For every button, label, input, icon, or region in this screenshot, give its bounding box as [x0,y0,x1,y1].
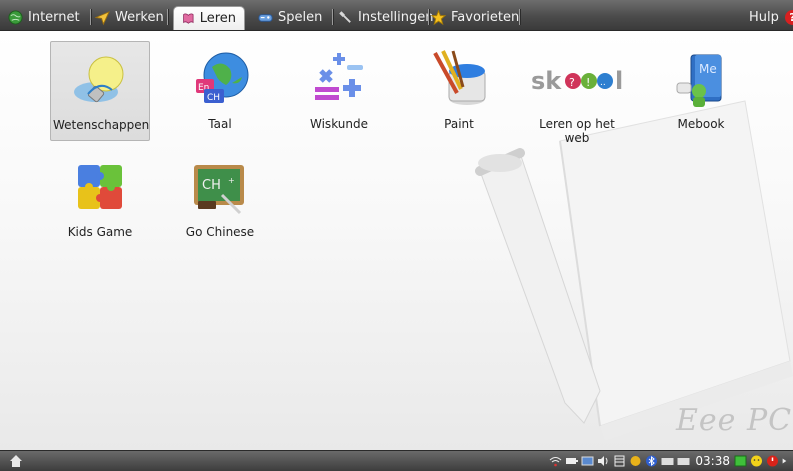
math-symbols-icon [315,53,363,100]
help-button[interactable]: Hulp ? [749,6,793,28]
power-icon[interactable] [766,455,779,467]
game-controller-icon [258,13,273,22]
top-tab-bar: Internet Werken Leren Spelen Instellinge… [0,0,793,31]
tab-separator [332,9,334,25]
app-wetenschappen[interactable]: Wetenschappen [50,41,150,141]
globe-language-icon: En CH [196,52,249,103]
paint-brushes-icon [433,50,486,105]
help-label: Hulp [749,9,779,25]
tab-label: Favorieten [451,9,520,25]
network-icon[interactable] [629,455,642,467]
clock[interactable]: 03:38 [695,454,730,468]
app-mebook[interactable]: Me Mebook [651,41,751,131]
tab-spelen[interactable]: Spelen [258,6,322,28]
tab-label: Internet [28,9,80,25]
system-tray: 03:38 [549,453,793,469]
app-label: Kids Game [67,225,133,239]
svg-text:..: .. [600,78,606,88]
eee-pc-watermark: Eee PC [676,403,793,438]
app-taal[interactable]: En CH Taal [170,41,270,131]
app-label: Paint [444,117,474,131]
app-label: Leren op het web [539,117,615,145]
svg-text:+: + [228,176,235,185]
wifi-icon[interactable] [549,455,562,467]
tab-separator [519,9,521,25]
app-paint[interactable]: Paint [409,41,509,131]
app-label: Wetenschappen [53,118,150,132]
app-label: Go Chinese [185,225,255,239]
svg-text:?: ? [569,76,575,89]
lightbulb-icon [74,56,124,103]
wrench-icon [339,10,351,23]
tab-leren[interactable]: Leren [173,6,245,30]
tab-internet[interactable]: Internet [8,6,80,28]
puzzle-icon [78,165,122,209]
tab-instellingen[interactable]: Instellingen [338,6,434,28]
tab-label: Werken [115,9,164,25]
storage-icon[interactable] [613,455,626,467]
keyboard-alt-icon[interactable] [677,455,690,467]
tab-label: Spelen [278,9,323,25]
svg-text:sk: sk [531,67,562,95]
paper-plane-icon [95,10,110,25]
tab-werken[interactable]: Werken [95,6,164,28]
app-kids-game[interactable]: Kids Game [50,149,150,239]
keyboard-icon[interactable] [661,455,674,467]
svg-text:CH: CH [207,93,220,103]
app-go-chinese[interactable]: CH + Go Chinese [170,149,270,239]
battery-icon[interactable] [565,455,579,467]
globe-icon [8,9,23,25]
app-label: Wiskunde [310,117,368,131]
svg-text:CH: CH [202,178,221,193]
taskbar: 03:38 [0,450,793,471]
launcher-area: Wetenschappen En CH Taal Wiskunde Paint … [0,31,793,450]
tab-label: Instellingen [358,9,434,25]
smiley-icon[interactable] [750,455,763,467]
tab-separator [167,9,169,25]
svg-text:Me: Me [699,62,717,76]
volume-icon[interactable] [597,455,610,467]
svg-text:l: l [615,67,623,95]
star-icon [431,9,446,25]
skoool-logo-icon: sk ? ! .. l [531,67,623,95]
home-icon[interactable] [9,454,23,468]
app-wiskunde[interactable]: Wiskunde [289,41,389,131]
mebook-icon: Me [676,54,722,107]
chalkboard-icon: CH + [194,165,244,215]
book-icon [183,13,194,24]
app-label: Mebook [677,117,725,131]
display-icon[interactable] [581,455,594,467]
arrow-right-icon[interactable] [782,455,790,467]
tab-favorieten[interactable]: Favorieten [431,6,519,28]
bluetooth-icon[interactable] [645,455,658,467]
tab-separator [90,9,92,25]
help-icon: ? [784,9,793,25]
svg-text:!: ! [586,76,590,89]
tab-separator [428,9,430,25]
green-app-icon[interactable] [734,455,747,467]
app-leren-op-het-web[interactable]: sk ? ! .. l Leren op het web [527,41,627,145]
app-label: Taal [208,117,232,131]
tab-label: Leren [199,11,236,26]
